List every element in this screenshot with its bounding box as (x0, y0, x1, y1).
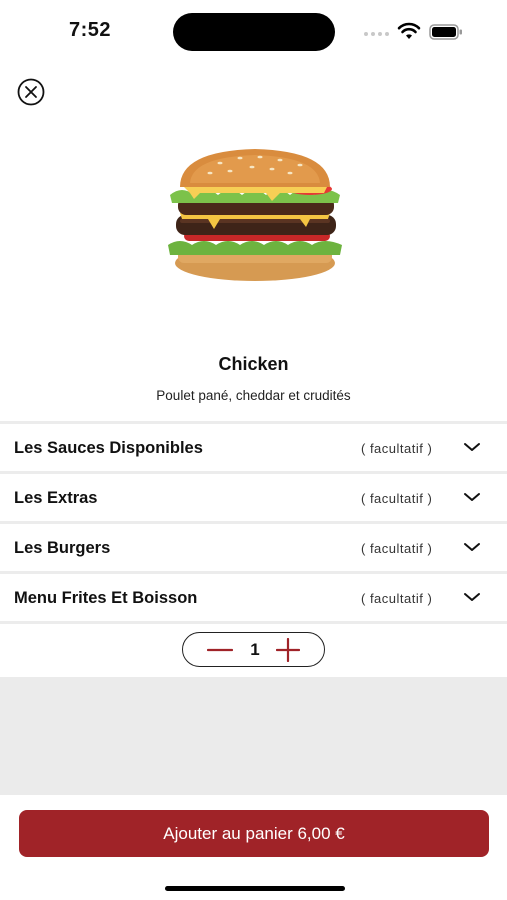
add-to-cart-button[interactable]: Ajouter au panier 6,00 € (19, 810, 489, 857)
dynamic-island (173, 13, 335, 51)
status-time: 7:52 (69, 19, 112, 41)
home-indicator (165, 886, 345, 891)
product-title: Chicken (218, 354, 289, 374)
option-optional-tag: ( facultatif ) (361, 591, 433, 606)
battery-icon (429, 24, 462, 40)
minus-icon[interactable] (207, 640, 233, 660)
status-bar: 7:52 (0, 0, 507, 62)
chevron-down-icon[interactable] (463, 591, 481, 603)
option-row-burgers[interactable]: Les Burgers ( facultatif ) (0, 521, 507, 571)
signal-icon (364, 32, 389, 36)
burger-image (168, 149, 342, 281)
quantity-stepper: 1 (182, 632, 325, 667)
option-optional-tag: ( facultatif ) (361, 541, 433, 556)
option-optional-tag: ( facultatif ) (361, 441, 433, 456)
option-row-extras[interactable]: Les Extras ( facultatif ) (0, 471, 507, 521)
product-description: Poulet pané, cheddar et crudités (156, 388, 351, 403)
empty-area (0, 677, 507, 795)
close-icon[interactable] (17, 78, 45, 106)
quantity-value: 1 (250, 640, 260, 659)
chevron-down-icon[interactable] (463, 491, 481, 503)
option-label: Les Burgers (14, 539, 111, 557)
option-row-menu[interactable]: Menu Frites Et Boisson ( facultatif ) (0, 571, 507, 624)
option-label: Les Extras (14, 489, 98, 507)
option-optional-tag: ( facultatif ) (361, 491, 433, 506)
chevron-down-icon[interactable] (463, 441, 481, 453)
option-label: Les Sauces Disponibles (14, 439, 203, 457)
option-label: Menu Frites Et Boisson (14, 589, 198, 607)
plus-icon[interactable] (276, 638, 300, 662)
options-list: Les Sauces Disponibles ( facultatif ) Le… (0, 421, 507, 624)
option-row-sauces[interactable]: Les Sauces Disponibles ( facultatif ) (0, 421, 507, 471)
add-to-cart-label: Ajouter au panier 6,00 € (163, 823, 345, 843)
wifi-icon (397, 22, 421, 39)
chevron-down-icon[interactable] (463, 541, 481, 553)
